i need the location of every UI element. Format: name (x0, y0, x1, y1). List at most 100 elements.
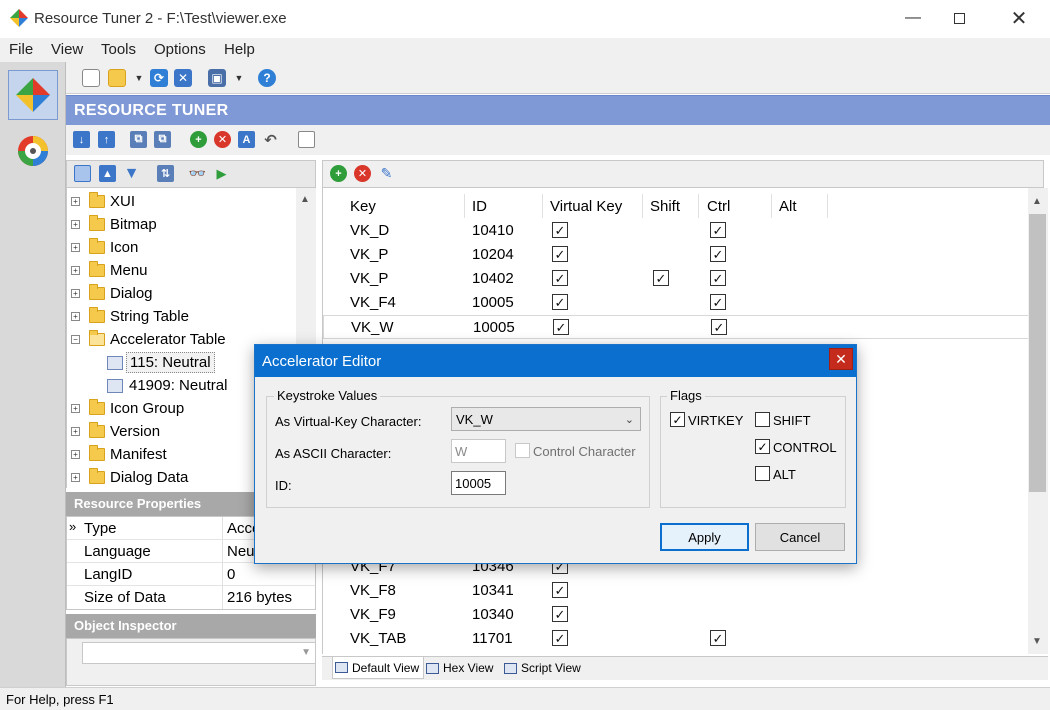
reload-icon[interactable]: ⟳ (150, 69, 168, 87)
table-scrollbar-thumb[interactable] (1029, 214, 1046, 492)
property-row-langid[interactable]: LangID 0 (67, 563, 315, 586)
scroll-up-chevron-icon[interactable]: ▲ (1032, 196, 1042, 207)
virtual-key-checkbox[interactable]: ✓ (552, 606, 568, 622)
ctrl-checkbox[interactable]: ✓ (710, 270, 726, 286)
property-row-size[interactable]: Size of Data 216 bytes (67, 586, 315, 609)
move-up-icon[interactable]: ↑ (98, 131, 115, 148)
tree-item-xui[interactable]: + XUI (67, 191, 297, 213)
tab-hex-view[interactable]: Hex View (424, 657, 497, 679)
tab-default-view[interactable]: Default View (332, 657, 425, 679)
image-view-icon[interactable]: ▲ (99, 165, 116, 182)
help-icon[interactable]: ? (258, 69, 276, 87)
move-down-icon[interactable]: ↓ (73, 131, 90, 148)
id-field[interactable]: 10005 (451, 471, 506, 495)
menu-file[interactable]: File (9, 41, 33, 58)
control-flag-checkbox[interactable]: ✓ (755, 439, 770, 454)
expand-icon[interactable]: + (71, 427, 80, 436)
add-icon[interactable]: + (190, 131, 207, 148)
column-header-shift[interactable]: Shift (650, 198, 680, 215)
control-character-checkbox[interactable] (515, 443, 530, 458)
sort-icon[interactable]: ⇅ (157, 165, 174, 182)
resource-tuner-launcher-icon[interactable] (8, 70, 58, 120)
ctrl-checkbox[interactable]: ✓ (710, 630, 726, 646)
delete-icon[interactable]: ✕ (214, 131, 231, 148)
tree-item-menu[interactable]: + Menu (67, 260, 297, 282)
virtual-key-checkbox[interactable]: ✓ (552, 270, 568, 286)
undo-icon[interactable]: ↶ (262, 131, 279, 149)
tree-item-icon[interactable]: + Icon (67, 237, 297, 259)
column-header-key[interactable]: Key (350, 198, 376, 215)
virtual-key-checkbox[interactable]: ✓ (552, 630, 568, 646)
tree-item-bitmap[interactable]: + Bitmap (67, 214, 297, 236)
table-row[interactable]: VK_F8 10341 ✓ (323, 579, 1029, 603)
apply-button[interactable]: Apply (660, 523, 749, 551)
expand-icon[interactable]: + (71, 450, 80, 459)
column-header-virtual-key[interactable]: Virtual Key (550, 198, 622, 215)
save-dropdown-chevron-icon[interactable]: ▼ (230, 69, 248, 87)
tab-script-view[interactable]: Script View (502, 657, 585, 679)
properties-icon[interactable] (298, 131, 315, 148)
open-dropdown-chevron-icon[interactable]: ▼ (130, 69, 148, 87)
add-accelerator-icon[interactable]: + (330, 165, 347, 182)
column-header-alt[interactable]: Alt (779, 198, 797, 215)
shift-checkbox[interactable]: ✓ (653, 270, 669, 286)
expand-icon[interactable]: + (71, 312, 80, 321)
object-selector-combo[interactable]: ▼ (82, 642, 316, 664)
new-file-icon[interactable] (82, 69, 100, 87)
table-row[interactable]: VK_F9 10340 ✓ (323, 603, 1029, 627)
filter-icon[interactable]: ▼ (123, 165, 140, 182)
virtual-key-checkbox[interactable]: ✓ (552, 246, 568, 262)
virtual-key-checkbox[interactable]: ✓ (552, 294, 568, 310)
cancel-button[interactable]: Cancel (755, 523, 845, 551)
open-folder-icon[interactable] (108, 69, 126, 87)
expand-icon[interactable]: + (71, 404, 80, 413)
close-window-button[interactable]: ✕ (996, 0, 1042, 36)
tree-item-string-table[interactable]: + String Table (67, 306, 297, 328)
find-next-icon[interactable]: ▶ (213, 165, 230, 182)
expand-icon[interactable]: + (71, 243, 80, 252)
edit-accelerator-icon[interactable]: ✎ (378, 165, 395, 182)
shift-flag-checkbox[interactable] (755, 412, 770, 427)
table-row[interactable]: VK_P 10204 ✓ ✓ (323, 243, 1029, 267)
table-row[interactable]: VK_P 10402 ✓ ✓ ✓ (323, 267, 1029, 291)
menu-options[interactable]: Options (154, 41, 206, 58)
color-wheel-icon[interactable] (8, 126, 58, 176)
menu-tools[interactable]: Tools (101, 41, 136, 58)
virtual-key-checkbox[interactable]: ✓ (552, 582, 568, 598)
delete-accelerator-icon[interactable]: ✕ (354, 165, 371, 182)
expand-icon[interactable]: + (71, 220, 80, 229)
paste-icon[interactable]: ⧉ (154, 131, 171, 148)
table-row[interactable]: VK_D 10410 ✓ ✓ (323, 219, 1029, 243)
alt-flag-checkbox[interactable] (755, 466, 770, 481)
ctrl-checkbox[interactable]: ✓ (710, 222, 726, 238)
collapse-icon[interactable]: − (71, 335, 80, 344)
tree-item-dialog[interactable]: + Dialog (67, 283, 297, 305)
virtual-key-checkbox[interactable]: ✓ (552, 222, 568, 238)
table-row[interactable]: VK_F4 10005 ✓ ✓ (323, 291, 1029, 315)
expand-icon[interactable]: + (71, 289, 80, 298)
scroll-down-chevron-icon[interactable]: ▼ (1032, 636, 1042, 647)
copy-icon[interactable]: ⧉ (130, 131, 147, 148)
expand-icon[interactable]: + (71, 197, 80, 206)
ctrl-checkbox[interactable]: ✓ (710, 246, 726, 262)
expand-icon[interactable]: + (71, 266, 80, 275)
dialog-close-button[interactable]: ✕ (829, 348, 853, 370)
vk-character-select[interactable]: VK_W ⌄ (451, 407, 641, 431)
minimize-button[interactable]: — (890, 0, 936, 36)
ctrl-checkbox[interactable]: ✓ (711, 319, 727, 335)
column-header-id[interactable]: ID (472, 198, 487, 215)
edit-icon[interactable]: A (238, 131, 255, 148)
find-binoculars-icon[interactable]: 👓 (189, 165, 206, 182)
ctrl-checkbox[interactable]: ✓ (710, 294, 726, 310)
table-row-selected[interactable]: VK_W 10005 ✓ ✓ (323, 315, 1029, 339)
table-row[interactable]: VK_TAB 11701 ✓ ✓ (323, 627, 1029, 651)
tree-view-icon[interactable] (74, 165, 91, 182)
menu-help[interactable]: Help (224, 41, 255, 58)
save-icon[interactable]: ▣ (208, 69, 226, 87)
virtkey-checkbox[interactable]: ✓ (670, 412, 685, 427)
scroll-up-chevron-icon[interactable]: ▲ (300, 194, 310, 205)
maximize-button[interactable] (936, 0, 982, 36)
close-file-icon[interactable]: ✕ (174, 69, 192, 87)
expand-icon[interactable]: + (71, 473, 80, 482)
virtual-key-checkbox[interactable]: ✓ (553, 319, 569, 335)
